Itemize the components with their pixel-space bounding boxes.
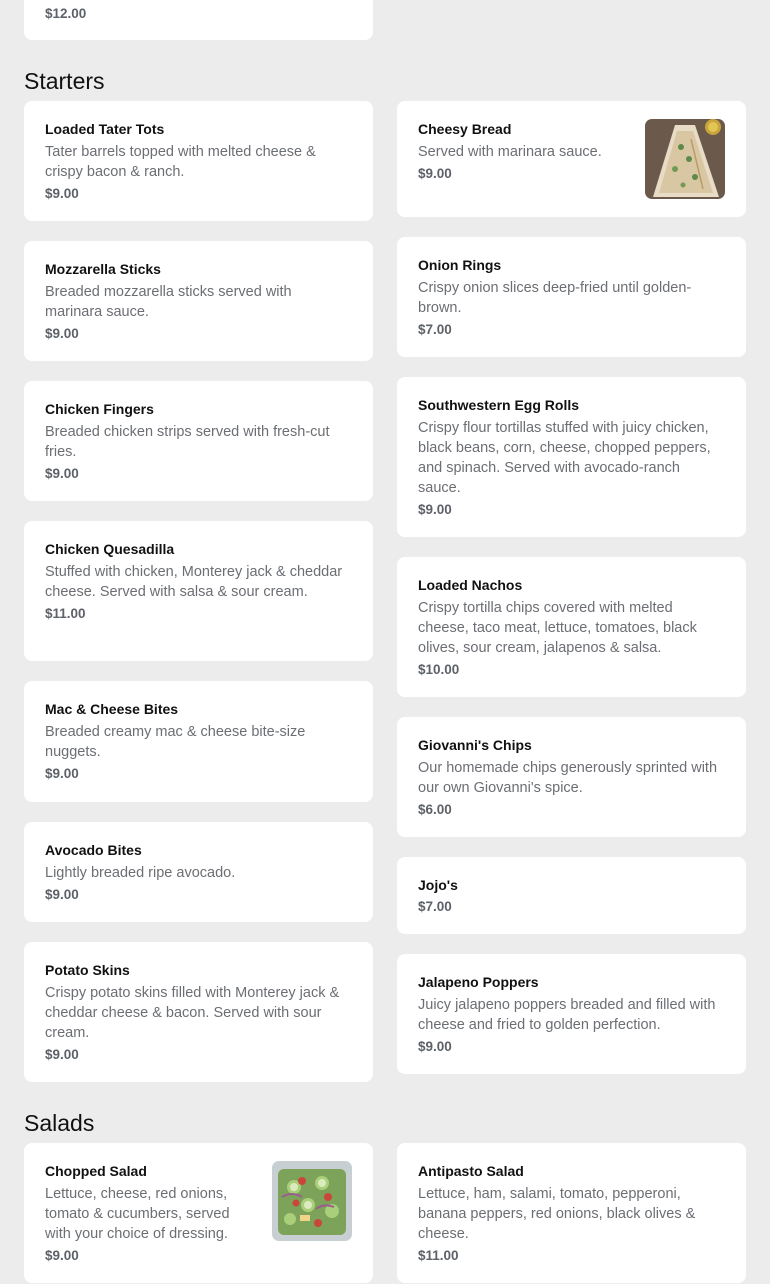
- item-price: $9.00: [45, 766, 79, 781]
- item-name: Loaded Nachos: [418, 577, 523, 593]
- menu-item-card[interactable]: Mac & Cheese Bites Breaded creamy mac & …: [24, 681, 373, 802]
- item-price: $9.00: [45, 466, 79, 481]
- section-heading-salads: Salads: [24, 1110, 95, 1136]
- item-name: Jojo's: [418, 877, 458, 893]
- item-description: Crispy flour tortillas stuffed with juic…: [418, 420, 711, 496]
- item-name: Avocado Bites: [45, 842, 142, 858]
- menu-item-card[interactable]: Southwestern Egg Rolls Crispy flour tort…: [397, 377, 746, 537]
- menu-item-card[interactable]: Mozzarella Sticks Breaded mozzarella sti…: [24, 241, 373, 361]
- item-price: $10.00: [418, 662, 460, 677]
- cheesy-bread-photo: [645, 119, 725, 199]
- menu-item-card[interactable]: Loaded Tater Tots Tater barrels topped w…: [24, 101, 373, 221]
- item-price: $9.00: [45, 887, 79, 902]
- item-description: Lettuce, cheese, red onions, tomato & cu…: [45, 1186, 230, 1242]
- item-description: Crispy tortilla chips covered with melte…: [418, 600, 697, 656]
- item-price: $7.00: [418, 322, 452, 337]
- item-price: $9.00: [45, 1248, 79, 1263]
- item-name: Chopped Salad: [45, 1163, 147, 1179]
- chopped-salad-photo: [272, 1161, 352, 1241]
- item-name: Jalapeno Poppers: [418, 974, 539, 990]
- item-name: Mac & Cheese Bites: [45, 701, 179, 717]
- menu-item-card[interactable]: Chicken Quesadilla Stuffed with chicken,…: [24, 521, 373, 661]
- item-price: $11.00: [418, 1248, 459, 1263]
- item-name: Onion Rings: [418, 257, 502, 273]
- item-description: Juicy jalapeno poppers breaded and fille…: [418, 997, 716, 1033]
- menu-item-card[interactable]: Antipasto Salad Lettuce, ham, salami, to…: [397, 1143, 746, 1283]
- menu-item-card[interactable]: Potato Skins Crispy potato skins filled …: [24, 942, 373, 1082]
- item-price: $9.00: [418, 502, 452, 517]
- item-price: $12.00: [45, 6, 87, 21]
- item-description: Breaded chicken strips served with fresh…: [45, 424, 330, 460]
- item-description: Breaded creamy mac & cheese bite-size nu…: [45, 724, 306, 760]
- item-name: Potato Skins: [45, 962, 130, 978]
- item-description: Lightly breaded ripe avocado.: [45, 865, 236, 881]
- item-description: Served with marinara sauce.: [418, 144, 602, 160]
- item-name: Giovanni's Chips: [418, 737, 532, 753]
- item-description: Tater barrels topped with melted cheese …: [45, 144, 316, 180]
- item-description: Stuffed with chicken, Monterey jack & ch…: [45, 564, 343, 600]
- menu-item-card[interactable]: Giovanni's Chips Our homemade chips gene…: [397, 717, 746, 837]
- item-price: $9.00: [45, 326, 79, 341]
- item-description: Crispy onion slices deep-fried until gol…: [418, 280, 692, 316]
- item-description: Lettuce, ham, salami, tomato, pepperoni,…: [418, 1186, 696, 1242]
- item-description: Our homemade chips generously sprinted w…: [418, 760, 718, 796]
- item-name: Cheesy Bread: [418, 121, 512, 137]
- item-name: Chicken Fingers: [45, 401, 154, 417]
- menu-item-card[interactable]: Avocado Bites Lightly breaded ripe avoca…: [24, 822, 373, 922]
- item-name: Southwestern Egg Rolls: [418, 397, 580, 413]
- item-name: Antipasto Salad: [418, 1163, 524, 1179]
- menu-item-card[interactable]: Loaded Nachos Crispy tortilla chips cove…: [397, 557, 746, 697]
- menu-item-card[interactable]: Chopped Salad Lettuce, cheese, red onion…: [24, 1143, 373, 1283]
- item-name: Chicken Quesadilla: [45, 541, 175, 557]
- item-description: Breaded mozzarella sticks served with ma…: [45, 284, 292, 320]
- item-price: $6.00: [418, 802, 452, 817]
- item-price: $9.00: [45, 186, 79, 201]
- item-price: $9.00: [418, 1039, 452, 1054]
- menu-item-card[interactable]: Cheesy Bread Served with marinara sauce.…: [397, 101, 746, 217]
- item-price: $9.00: [45, 1047, 79, 1062]
- menu-item-card[interactable]: Onion Rings Crispy onion slices deep-fri…: [397, 237, 746, 357]
- section-heading-starters: Starters: [24, 68, 105, 94]
- menu-item-card[interactable]: $12.00: [24, 0, 373, 40]
- item-name: Loaded Tater Tots: [45, 121, 165, 137]
- item-description: Crispy potato skins filled with Monterey…: [45, 985, 340, 1041]
- menu-item-card[interactable]: Jalapeno Poppers Juicy jalapeno poppers …: [397, 954, 746, 1074]
- item-price: $11.00: [45, 606, 86, 621]
- menu-item-card[interactable]: Chicken Fingers Breaded chicken strips s…: [24, 381, 373, 501]
- item-name: Mozzarella Sticks: [45, 261, 161, 277]
- item-price: $7.00: [418, 899, 452, 914]
- menu-item-card[interactable]: Jojo's $7.00: [397, 857, 746, 934]
